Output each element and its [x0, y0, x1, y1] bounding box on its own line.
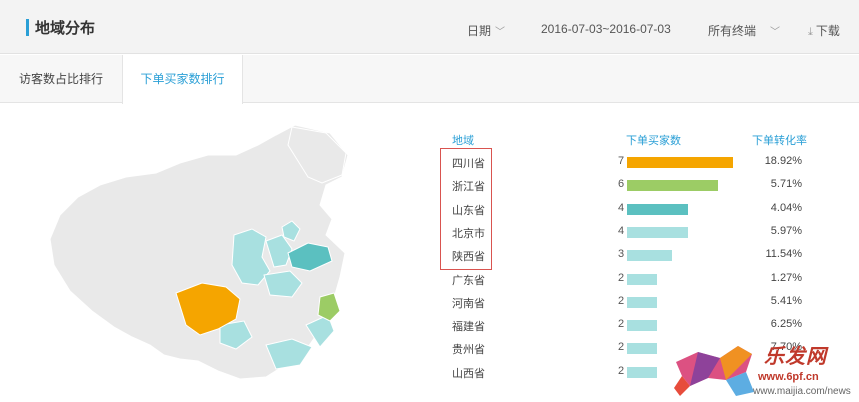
conversion-rate: 1.27%: [770, 271, 802, 284]
download-label: 下载: [815, 24, 840, 38]
chevron-down-icon: ﹀: [770, 27, 781, 38]
terminal-dropdown[interactable]: 所有终端 ﹀: [708, 22, 780, 39]
buyer-count: 2: [618, 271, 625, 284]
region-name: 四川省: [452, 158, 485, 170]
buyer-bar: [627, 320, 657, 332]
table-row[interactable]: 广东省 2 1.27%: [0, 272, 859, 295]
watermark-url: www.maijia.com/news: [753, 386, 851, 397]
title-accent: [26, 19, 29, 36]
buyer-bar: [627, 203, 688, 215]
table-row[interactable]: 四川省 7 18.92%: [0, 155, 859, 178]
date-dropdown[interactable]: 日期 ﹀: [467, 22, 505, 39]
conversion-rate: 4.04%: [770, 201, 802, 214]
buyer-count: 6: [618, 178, 625, 191]
buyer-count: 2: [618, 364, 625, 377]
watermark-text: 乐发网: [764, 346, 827, 368]
buyer-bar: [627, 273, 657, 285]
download-icon: ⤓: [808, 26, 813, 38]
conversion-rate: 6.25%: [770, 318, 802, 331]
conversion-rate: 5.41%: [770, 294, 802, 307]
buyer-count: 2: [618, 341, 625, 354]
date-range[interactable]: 2016-07-03~2016-07-03: [541, 22, 671, 36]
buyer-bar: [627, 226, 688, 238]
buyer-count: 4: [618, 224, 625, 237]
table-row[interactable]: 浙江省 6 5.71%: [0, 178, 859, 201]
header-buyers[interactable]: 下单买家数: [626, 132, 681, 148]
buyer-bar: [627, 180, 718, 192]
buyer-count: 2: [618, 318, 625, 331]
region-name: 福建省: [452, 321, 485, 334]
chevron-down-icon: ﹀: [495, 27, 506, 38]
tab-buyer-rank[interactable]: 下单买家数排行: [122, 55, 243, 104]
conversion-rate: 5.97%: [770, 224, 802, 237]
watermark-site: www.6pf.cn: [758, 371, 819, 383]
header-conversion[interactable]: 下单转化率: [752, 132, 807, 148]
conversion-rate: 11.54%: [765, 248, 803, 261]
buyer-bar: [627, 366, 657, 378]
header-bar: 地域分布 日期 ﹀ 2016-07-03~2016-07-03 所有终端 ﹀ ⤓ 下载: [0, 0, 859, 54]
date-label: 日期: [467, 24, 492, 38]
table-row[interactable]: 山东省 4 4.04%: [0, 202, 859, 225]
download-button[interactable]: ⤓ 下载: [808, 22, 840, 39]
conversion-rate: 5.71%: [770, 178, 802, 191]
buyer-bar: [627, 250, 672, 262]
tab-bar: 访客数占比排行 下单买家数排行: [0, 55, 859, 104]
buyer-bar: [627, 296, 657, 308]
table-row[interactable]: 河南省 2 5.41%: [0, 295, 859, 318]
region-name: 浙江省: [452, 181, 485, 194]
buyer-count: 2: [618, 294, 625, 307]
header-region[interactable]: 地域: [452, 132, 474, 148]
buyer-count: 3: [618, 248, 625, 261]
buyer-bar: [627, 343, 657, 355]
region-name: 山西省: [452, 367, 485, 380]
terminal-label: 所有终端: [708, 24, 757, 38]
table-row[interactable]: 北京市 4 5.97%: [0, 225, 859, 248]
region-name: 北京市: [452, 227, 485, 240]
buyer-bar: [627, 157, 733, 168]
region-name: 陕西省: [452, 251, 485, 264]
region-name: 河南省: [452, 297, 485, 310]
region-name: 广东省: [452, 274, 485, 287]
region-name: 贵州省: [452, 344, 485, 357]
buyer-count: 4: [618, 201, 625, 214]
tab-visitor-ratio[interactable]: 访客数占比排行: [0, 55, 122, 103]
page-title: 地域分布: [35, 20, 96, 37]
buyer-count: 7: [618, 155, 625, 167]
region-name: 山东省: [452, 204, 485, 217]
conversion-rate: 18.92%: [764, 155, 802, 167]
table-row[interactable]: 陕西省 3 11.54%: [0, 248, 859, 271]
